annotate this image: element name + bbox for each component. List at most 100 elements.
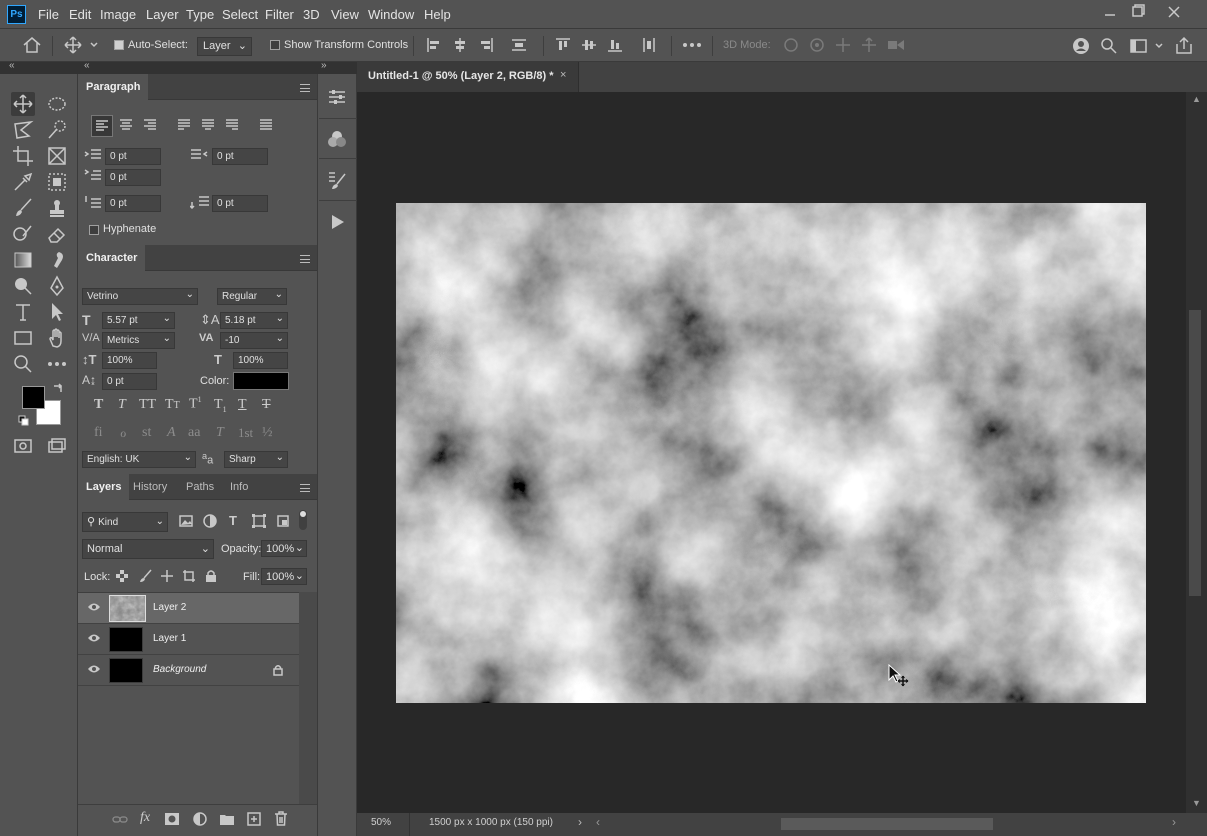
zoom-tool-icon[interactable]: [11, 352, 35, 376]
brush-settings-panel-icon[interactable]: [327, 170, 347, 190]
collapse-toolbar-icon[interactable]: «: [9, 60, 15, 71]
font-size-field[interactable]: 5.57 pt ⌄: [102, 312, 175, 329]
3d-pan-icon[interactable]: [834, 37, 852, 53]
hand-tool-icon[interactable]: [45, 326, 69, 350]
color-channels-panel-icon[interactable]: [327, 129, 347, 149]
move-tool-preset-icon[interactable]: [64, 36, 100, 54]
ordinals-button[interactable]: 1st: [238, 425, 253, 441]
ligatures-button[interactable]: fi: [94, 425, 103, 441]
horizontal-scale-field[interactable]: 100%: [233, 352, 288, 369]
layer-row-layer-1[interactable]: Layer 1: [78, 624, 299, 655]
tracking-field[interactable]: -10 ⌄: [220, 332, 288, 349]
scroll-right-icon[interactable]: ›: [1172, 815, 1176, 829]
underline-button[interactable]: T: [238, 397, 247, 413]
clone-stamp-tool-icon[interactable]: [45, 196, 69, 220]
hyphenate-checkbox[interactable]: [89, 225, 99, 235]
menu-window[interactable]: Window: [368, 7, 414, 22]
elliptical-marquee-tool-icon[interactable]: [45, 92, 69, 116]
all-caps-button[interactable]: TT: [139, 397, 156, 413]
new-group-icon[interactable]: [220, 813, 234, 825]
object-selection-tool-icon[interactable]: [45, 170, 69, 194]
layers-panel-menu-icon[interactable]: [300, 484, 310, 492]
layer-row-background[interactable]: Background: [78, 655, 299, 686]
text-color-swatch[interactable]: [233, 372, 289, 390]
space-after-field[interactable]: 0 pt: [212, 195, 268, 212]
align-vertical-centers-icon[interactable]: [581, 37, 597, 53]
lock-all-icon[interactable]: [205, 569, 217, 583]
small-caps-button[interactable]: TT: [165, 397, 180, 413]
baseline-shift-field[interactable]: 0 pt: [102, 373, 157, 390]
move-tool-icon[interactable]: [11, 92, 35, 116]
home-icon[interactable]: [22, 36, 42, 54]
search-icon[interactable]: [1100, 37, 1118, 55]
contextual-alternates-button[interactable]: ℴ: [120, 425, 126, 442]
prevent-auto-nesting-icon[interactable]: [182, 569, 196, 583]
align-horizontal-centers-icon[interactable]: [452, 37, 468, 53]
collapse-panels-icon[interactable]: «: [84, 60, 90, 71]
justify-all-button[interactable]: [256, 115, 276, 135]
paragraph-panel-menu-icon[interactable]: [300, 84, 310, 92]
titling-alternates-button[interactable]: T: [216, 425, 224, 441]
lock-image-pixels-icon[interactable]: [139, 569, 153, 583]
more-options-icon[interactable]: [682, 37, 702, 53]
3d-orbit-icon[interactable]: [782, 37, 800, 53]
kerning-dropdown[interactable]: Metrics ⌄: [102, 332, 175, 349]
document-tab[interactable]: Untitled-1 @ 50% (Layer 2, RGB/8) * ×: [357, 62, 579, 92]
tab-paths[interactable]: Paths: [178, 474, 222, 500]
visibility-eye-icon[interactable]: [87, 664, 101, 674]
properties-panel-icon[interactable]: [327, 88, 347, 106]
tab-layers[interactable]: Layers: [78, 474, 130, 500]
layer-style-fx-icon[interactable]: fx: [140, 810, 150, 826]
antialias-dropdown[interactable]: Sharp ⌄: [224, 451, 288, 468]
scroll-up-icon[interactable]: ▲: [1192, 94, 1201, 104]
font-style-dropdown[interactable]: Regular ⌄: [217, 288, 287, 305]
menu-edit[interactable]: Edit: [69, 7, 91, 22]
add-mask-icon[interactable]: [165, 813, 179, 825]
fill-field[interactable]: 100% ⌄: [261, 568, 307, 585]
frame-tool-icon[interactable]: [45, 144, 69, 168]
3d-roll-icon[interactable]: [808, 37, 826, 53]
swap-colors-icon[interactable]: [52, 382, 64, 394]
justify-last-center-button[interactable]: [198, 115, 218, 135]
layer-name[interactable]: Background: [153, 664, 206, 675]
menu-type[interactable]: Type: [186, 7, 214, 22]
auto-select-checkbox[interactable]: [114, 40, 124, 50]
filter-toggle-switch[interactable]: [299, 510, 307, 530]
blend-mode-dropdown[interactable]: Normal ⌄: [82, 539, 214, 559]
distribute-vertical-icon[interactable]: [511, 37, 527, 53]
visibility-eye-icon[interactable]: [87, 633, 101, 643]
3d-scale-icon[interactable]: [886, 37, 906, 53]
crop-tool-icon[interactable]: [11, 144, 35, 168]
menu-select[interactable]: Select: [222, 7, 258, 22]
horizontal-scroll-thumb[interactable]: [781, 818, 993, 830]
align-top-edges-icon[interactable]: [555, 37, 571, 53]
layer-row-layer-2[interactable]: Layer 2: [78, 593, 299, 624]
path-selection-tool-icon[interactable]: [45, 300, 69, 324]
new-adjustment-layer-icon[interactable]: [193, 812, 207, 826]
menu-3d[interactable]: 3D: [303, 7, 320, 22]
tab-info[interactable]: Info: [222, 474, 256, 500]
smudge-tool-icon[interactable]: [45, 248, 69, 272]
indent-first-line-field[interactable]: 0 pt: [105, 169, 161, 186]
default-colors-icon[interactable]: [18, 415, 30, 427]
lock-position-icon[interactable]: [160, 569, 174, 583]
align-text-right-button[interactable]: [140, 115, 160, 135]
filter-smart-objects-icon[interactable]: [276, 514, 290, 528]
strikethrough-button[interactable]: T: [262, 397, 271, 413]
type-tool-icon[interactable]: [11, 300, 35, 324]
pen-tool-icon[interactable]: [45, 274, 69, 298]
canvas-area[interactable]: [357, 92, 1186, 813]
align-left-edges-icon[interactable]: [426, 37, 442, 53]
menu-image[interactable]: Image: [100, 7, 136, 22]
language-dropdown[interactable]: English: UK ⌄: [82, 451, 196, 468]
opacity-field[interactable]: 100% ⌄: [261, 540, 307, 557]
layer-filter-dropdown[interactable]: ⚲ Kind ⌄: [82, 512, 168, 532]
menu-file[interactable]: File: [38, 7, 59, 22]
superscript-button[interactable]: T1: [189, 395, 202, 413]
share-icon[interactable]: [1174, 36, 1194, 56]
link-layers-icon[interactable]: [112, 813, 128, 827]
distribute-horizontal-icon[interactable]: [641, 37, 657, 53]
gradient-tool-icon[interactable]: [11, 248, 35, 272]
workspace-icon[interactable]: [1129, 37, 1165, 55]
eyedropper-tool-icon[interactable]: [11, 170, 35, 194]
